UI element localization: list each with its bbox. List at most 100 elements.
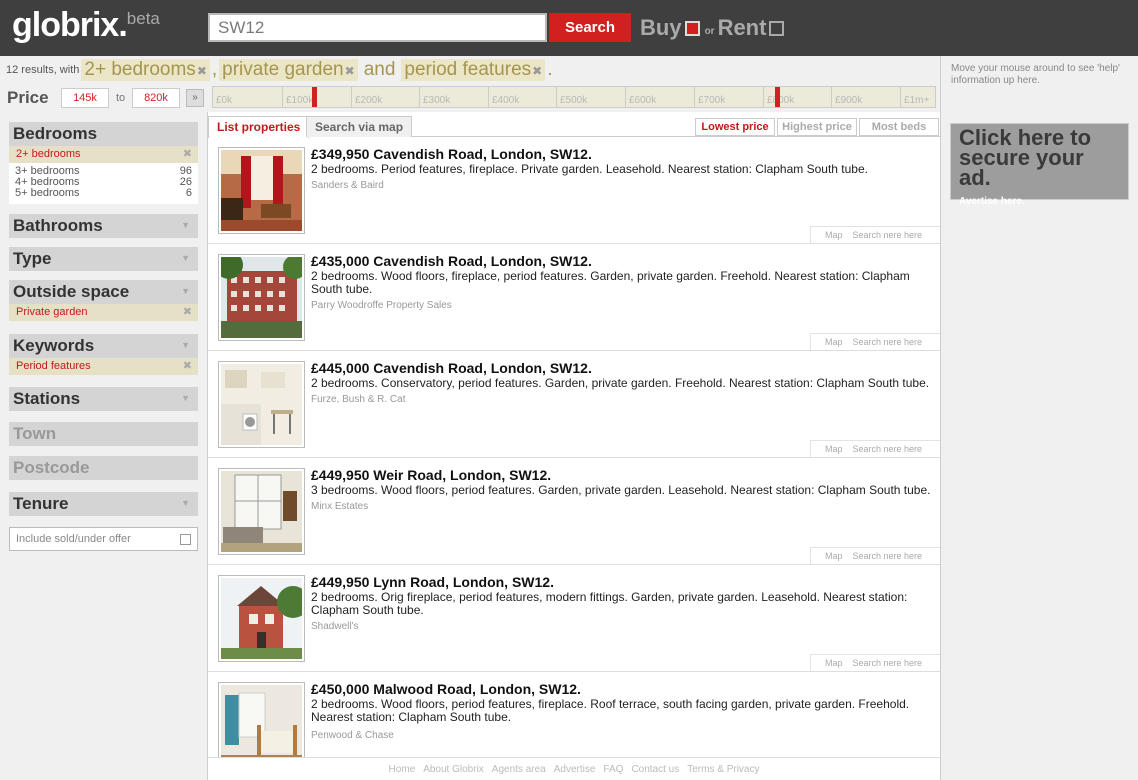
- map-link[interactable]: Map: [825, 658, 843, 668]
- search-near-link[interactable]: Search nere here: [853, 658, 923, 668]
- sort-lowest-price[interactable]: Lowest price: [695, 118, 775, 136]
- include-sold-option[interactable]: Include sold/under offer: [9, 527, 198, 551]
- property-photo[interactable]: [218, 468, 305, 555]
- comma-separator: ,: [211, 59, 218, 80]
- filter-heading: Bedrooms: [13, 124, 98, 143]
- map-link[interactable]: Map: [825, 230, 843, 240]
- price-max-handle[interactable]: [775, 87, 780, 107]
- buy-checkbox[interactable]: [684, 20, 700, 36]
- footer-faq-link[interactable]: FAQ: [603, 764, 623, 775]
- include-sold-checkbox[interactable]: [180, 534, 191, 545]
- search-input[interactable]: [208, 13, 547, 42]
- filter-stations[interactable]: Stations ▼: [9, 387, 198, 411]
- price-slider[interactable]: £0k £100k £200k £300k £400k £500k £600k …: [212, 86, 936, 108]
- property-title[interactable]: £349,950 Cavendish Road, London, SW12.: [311, 146, 592, 162]
- filter-chip-bedrooms[interactable]: 2+ bedrooms✖: [81, 59, 210, 81]
- property-description: 2 bedrooms. Wood floors, fireplace, peri…: [311, 269, 910, 296]
- logo[interactable]: globrix.beta: [12, 6, 160, 45]
- chevron-down-icon: ▼: [181, 253, 190, 263]
- results-count: 12 results, with: [6, 64, 80, 76]
- property-photo[interactable]: [218, 682, 305, 757]
- period-separator: .: [547, 59, 553, 80]
- results-summary: 12 results, with 2+ bedrooms✖ , private …: [0, 56, 940, 84]
- price-tick: £300k: [419, 87, 450, 107]
- remove-icon[interactable]: ✖: [183, 147, 192, 160]
- remove-filter-icon[interactable]: ✖: [197, 64, 207, 78]
- ad-box[interactable]: Click here to secure your ad. Avertise h…: [950, 123, 1129, 207]
- selected-outside-space[interactable]: Private garden ✖: [9, 304, 198, 321]
- footer-contact-link[interactable]: Contact us: [631, 764, 679, 775]
- price-go-button[interactable]: »: [186, 89, 204, 107]
- map-link[interactable]: Map: [825, 551, 843, 561]
- filter-postcode[interactable]: Postcode: [9, 456, 198, 480]
- property-title[interactable]: £449,950 Weir Road, London, SW12.: [311, 467, 551, 483]
- footer-terms-link[interactable]: Terms & Privacy: [687, 764, 759, 775]
- selected-keyword[interactable]: Period features ✖: [9, 358, 198, 375]
- rent-checkbox[interactable]: [769, 20, 785, 36]
- property-item[interactable]: £349,950 Cavendish Road, London, SW12. 2…: [208, 137, 940, 244]
- property-title[interactable]: £435,000 Cavendish Road, London, SW12.: [311, 253, 592, 269]
- property-item[interactable]: £435,000 Cavendish Road, London, SW12. 2…: [208, 244, 940, 351]
- selected-label: 2+ bedrooms: [16, 148, 81, 160]
- property-title[interactable]: £449,950 Lynn Road, London, SW12.: [311, 574, 554, 590]
- filter-chip-label: private garden: [222, 59, 344, 80]
- property-item[interactable]: £449,950 Weir Road, London, SW12. 3 bedr…: [208, 458, 940, 565]
- filter-heading: Postcode: [13, 458, 90, 477]
- property-item[interactable]: £450,000 Malwood Road, London, SW12. 2 b…: [208, 672, 940, 757]
- footer-about-link[interactable]: About Globrix: [423, 764, 484, 775]
- map-link[interactable]: Map: [825, 337, 843, 347]
- tab-search-map[interactable]: Search via map: [306, 116, 413, 137]
- property-description: 2 bedrooms. Wood floors, period features…: [311, 697, 910, 724]
- remove-filter-icon[interactable]: ✖: [345, 64, 355, 78]
- filter-tenure[interactable]: Tenure ▼: [9, 492, 198, 516]
- property-title[interactable]: £445,000 Cavendish Road, London, SW12.: [311, 360, 592, 376]
- price-tick: £700k: [694, 87, 725, 107]
- footer-agents-link[interactable]: Agents area: [492, 764, 546, 775]
- filter-bathrooms[interactable]: Bathrooms ▼: [9, 214, 198, 238]
- property-item[interactable]: £445,000 Cavendish Road, London, SW12. 2…: [208, 351, 940, 458]
- footer-home-link[interactable]: Home: [389, 764, 416, 775]
- filter-chip-garden[interactable]: private garden✖: [219, 59, 358, 81]
- option-count: 6: [185, 187, 192, 199]
- search-button[interactable]: Search: [549, 13, 631, 42]
- or-label: or: [704, 25, 715, 37]
- search-near-link[interactable]: Search nere here: [853, 230, 923, 240]
- buy-label[interactable]: Buy: [640, 15, 682, 41]
- rent-label[interactable]: Rent: [718, 15, 767, 41]
- sort-most-beds[interactable]: Most beds: [859, 118, 939, 136]
- filter-outside-space[interactable]: Outside space ▼: [9, 280, 198, 304]
- price-tick: £200k: [351, 87, 382, 107]
- property-agent: Penwood & Chase: [311, 730, 394, 741]
- selected-bedrooms[interactable]: 2+ bedrooms ✖: [9, 146, 198, 163]
- property-photo[interactable]: [218, 575, 305, 662]
- ad-subtext: Avertise here.: [959, 196, 1025, 207]
- map-link[interactable]: Map: [825, 444, 843, 454]
- sort-highest-price[interactable]: Highest price: [777, 118, 857, 136]
- remove-icon[interactable]: ✖: [183, 359, 192, 372]
- property-title[interactable]: £450,000 Malwood Road, London, SW12.: [311, 681, 581, 697]
- property-photo[interactable]: [218, 147, 305, 234]
- bedroom-option[interactable]: 5+ bedrooms 6: [15, 188, 192, 199]
- tab-list-properties[interactable]: List properties: [208, 116, 310, 138]
- chevron-down-icon: ▼: [181, 340, 190, 350]
- filter-bedrooms[interactable]: Bedrooms: [9, 122, 198, 146]
- ad-headline: Click here to secure your ad.: [959, 125, 1092, 190]
- property-description: 2 bedrooms. Orig fireplace, period featu…: [311, 590, 908, 617]
- remove-filter-icon[interactable]: ✖: [532, 64, 542, 78]
- footer-advertise-link[interactable]: Advertise: [554, 764, 596, 775]
- filter-keywords[interactable]: Keywords ▼: [9, 334, 198, 358]
- property-item[interactable]: £449,950 Lynn Road, London, SW12. 2 bedr…: [208, 565, 940, 672]
- filter-town[interactable]: Town: [9, 422, 198, 446]
- search-near-link[interactable]: Search nere here: [853, 551, 923, 561]
- filter-chip-period[interactable]: period features✖: [401, 59, 546, 81]
- filter-type[interactable]: Type ▼: [9, 247, 198, 271]
- price-min-handle[interactable]: [312, 87, 317, 107]
- property-description: 2 bedrooms. Conservatory, period feature…: [311, 376, 930, 390]
- search-near-link[interactable]: Search nere here: [853, 444, 923, 454]
- remove-icon[interactable]: ✖: [183, 305, 192, 318]
- price-max-input[interactable]: 820k: [132, 88, 180, 108]
- property-photo[interactable]: [218, 254, 305, 341]
- property-photo[interactable]: [218, 361, 305, 448]
- search-near-link[interactable]: Search nere here: [853, 337, 923, 347]
- price-min-input[interactable]: 145k: [61, 88, 109, 108]
